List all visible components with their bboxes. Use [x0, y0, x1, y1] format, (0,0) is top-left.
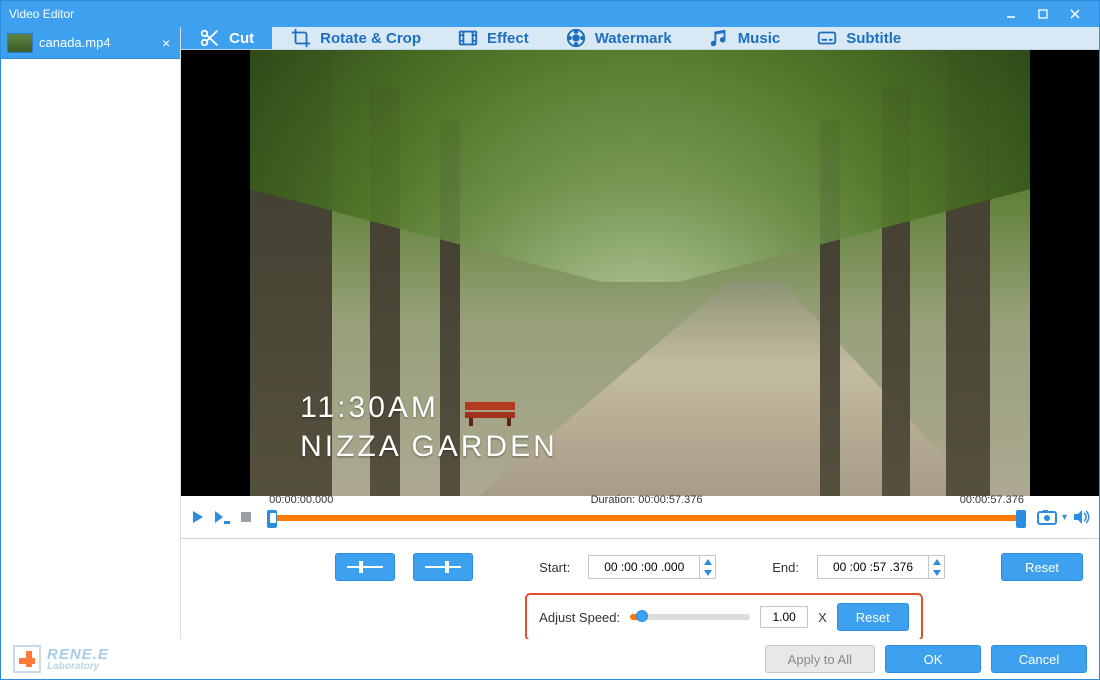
- tab-subtitle[interactable]: Subtitle: [798, 27, 919, 49]
- start-time-input[interactable]: [588, 555, 716, 579]
- watermark-icon: [565, 27, 587, 49]
- time-current: 00:00:00.000: [269, 494, 333, 506]
- crop-icon: [290, 27, 312, 49]
- music-icon: [708, 27, 730, 49]
- timeline-bar: 00:00:00.000 Duration: 00:00:57.376 00:0…: [181, 496, 1099, 538]
- time-end: 00:00:57.376: [960, 494, 1024, 506]
- timeline-track[interactable]: 00:00:00.000 Duration: 00:00:57.376 00:0…: [269, 510, 1024, 524]
- playhead[interactable]: [269, 512, 277, 524]
- logo-text-2: Laboratory: [47, 662, 109, 672]
- scissors-icon: [199, 27, 221, 49]
- file-tab[interactable]: canada.mp4 ×: [1, 27, 180, 59]
- end-spin-down[interactable]: [929, 567, 944, 578]
- editor-tabs: Cut Rotate & Crop Effect: [181, 27, 1099, 50]
- filmstrip-icon: [457, 27, 479, 49]
- file-close-button[interactable]: ×: [158, 35, 174, 51]
- video-overlay-text: 11:30AM NIZZA GARDEN: [300, 388, 558, 466]
- main-area: canada.mp4 × Cut Rotate & Crop: [1, 27, 1099, 639]
- subtitle-icon: [816, 27, 838, 49]
- tab-cut[interactable]: Cut: [181, 27, 272, 49]
- start-spin-down[interactable]: [700, 567, 715, 578]
- file-name: canada.mp4: [39, 35, 152, 50]
- maximize-button[interactable]: [1027, 1, 1059, 27]
- adjust-speed-panel: Adjust Speed: X Reset: [525, 593, 923, 639]
- mark-out-button[interactable]: [413, 553, 473, 581]
- logo-text-1: RENE.E: [47, 647, 109, 662]
- tab-effect[interactable]: Effect: [439, 27, 547, 49]
- titlebar: Video Editor: [1, 1, 1099, 27]
- stop-button[interactable]: [235, 506, 257, 528]
- tab-music-label: Music: [738, 30, 781, 47]
- video-frame: 11:30AM NIZZA GARDEN: [250, 50, 1030, 496]
- reset-speed-button[interactable]: Reset: [837, 603, 909, 631]
- app-window: Video Editor canada.mp4 ×: [0, 0, 1100, 680]
- mark-in-button[interactable]: [335, 553, 395, 581]
- content-area: Cut Rotate & Crop Effect: [181, 27, 1099, 639]
- overlay-line2: NIZZA GARDEN: [300, 427, 558, 466]
- window-title: Video Editor: [9, 7, 995, 21]
- file-thumbnail: [7, 33, 33, 53]
- ok-button[interactable]: OK: [885, 645, 981, 673]
- speed-slider[interactable]: [630, 614, 750, 620]
- snapshot-button[interactable]: [1036, 506, 1058, 528]
- tab-rotate-crop[interactable]: Rotate & Crop: [272, 27, 439, 49]
- video-preview[interactable]: 11:30AM NIZZA GARDEN: [181, 50, 1099, 496]
- start-time-value[interactable]: [589, 556, 699, 578]
- snapshot-arrow-icon: ▾: [1062, 512, 1067, 523]
- start-label: Start:: [539, 560, 570, 575]
- tab-effect-label: Effect: [487, 30, 529, 47]
- brand-logo: RENE.E Laboratory: [13, 644, 109, 674]
- end-label: End:: [772, 560, 799, 575]
- speed-label: Adjust Speed:: [539, 610, 620, 625]
- tab-rotate-label: Rotate & Crop: [320, 30, 421, 47]
- speed-suffix: X: [818, 610, 827, 625]
- end-time-value[interactable]: [818, 556, 928, 578]
- play-segment-button[interactable]: [211, 506, 233, 528]
- logo-plus-icon: [13, 645, 41, 673]
- trim-handle-end[interactable]: [1016, 510, 1026, 528]
- end-spin-up[interactable]: [929, 556, 944, 567]
- time-duration: Duration: 00:00:57.376: [591, 494, 703, 506]
- cancel-button[interactable]: Cancel: [991, 645, 1087, 673]
- overlay-line1: 11:30AM: [300, 388, 558, 427]
- tab-watermark[interactable]: Watermark: [547, 27, 690, 49]
- minimize-button[interactable]: [995, 1, 1027, 27]
- play-button[interactable]: [187, 506, 209, 528]
- tab-music[interactable]: Music: [690, 27, 799, 49]
- speed-slider-thumb[interactable]: [636, 610, 648, 622]
- close-window-button[interactable]: [1059, 1, 1091, 27]
- speed-value-input[interactable]: [760, 606, 808, 628]
- tab-watermark-label: Watermark: [595, 30, 672, 47]
- footer-bar: RENE.E Laboratory Apply to All OK Cancel: [1, 639, 1099, 679]
- preview-section: 11:30AM NIZZA GARDEN: [181, 50, 1099, 538]
- end-time-input[interactable]: [817, 555, 945, 579]
- start-spin-up[interactable]: [700, 556, 715, 567]
- file-sidebar: canada.mp4 ×: [1, 27, 181, 639]
- cut-controls: Start: End:: [181, 538, 1099, 639]
- apply-to-all-button[interactable]: Apply to All: [765, 645, 875, 673]
- tab-subtitle-label: Subtitle: [846, 30, 901, 47]
- reset-time-button[interactable]: Reset: [1001, 553, 1083, 581]
- tab-cut-label: Cut: [229, 30, 254, 47]
- volume-button[interactable]: [1071, 506, 1093, 528]
